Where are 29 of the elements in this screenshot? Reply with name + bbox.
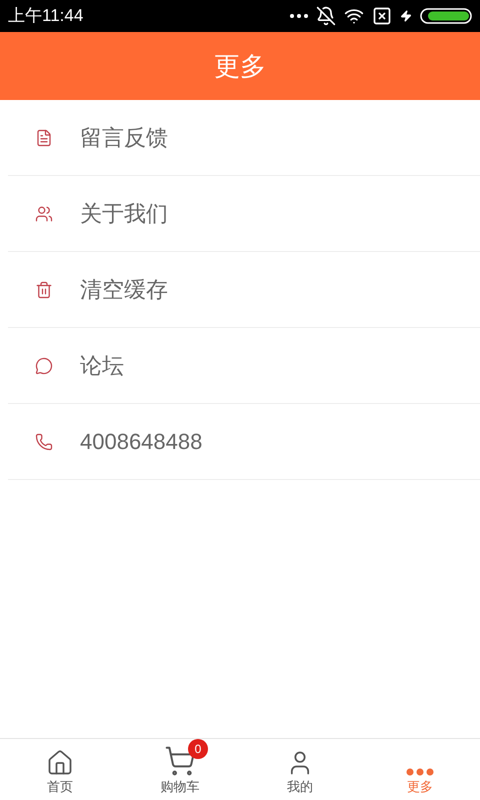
menu-item[interactable]: 留言反馈 [8,100,480,176]
dots-icon [290,14,308,18]
phone-icon [35,432,53,450]
people-icon [35,204,53,222]
home-icon [46,748,74,776]
count-badge: 0 [188,738,208,758]
tab[interactable]: 首页 [0,739,120,800]
tab-label: 我的 [287,778,313,796]
status-time: 上午11:44 [8,5,84,28]
menu-item[interactable]: 关于我们 [8,176,480,252]
cart-icon [164,744,196,776]
document-icon [35,128,53,146]
tab-label: 首页 [47,778,73,796]
tab[interactable]: 我的 [240,739,360,800]
menu-item[interactable]: 4008648488 [8,404,480,480]
tab[interactable]: 0 购物车 [120,739,240,800]
tab-label: 更多 [407,778,433,796]
charging-icon [400,8,412,24]
battery-icon [420,8,472,24]
mute-icon [316,6,336,26]
no-sim-icon [372,6,392,26]
tab-label: 购物车 [160,778,200,796]
trash-icon [35,280,53,298]
menu-item[interactable]: 清空缓存 [8,252,480,328]
dots-icon [405,766,435,776]
page-title: 更多 [214,50,266,82]
menu-item[interactable]: 论坛 [8,328,480,404]
chat-icon [35,356,53,374]
tab[interactable]: 更多 [360,739,480,800]
